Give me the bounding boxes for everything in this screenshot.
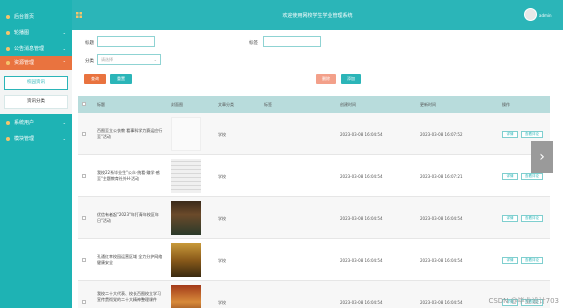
row-checkbox[interactable] bbox=[82, 216, 86, 220]
row-category: 学校 bbox=[218, 258, 226, 263]
row-checkbox[interactable] bbox=[82, 300, 86, 304]
comments-button[interactable]: 查看评论 bbox=[521, 173, 543, 180]
home-icon bbox=[6, 15, 10, 19]
avatar[interactable] bbox=[524, 8, 537, 21]
cover-image bbox=[171, 285, 201, 308]
row-updated: 2023-03-08 16:04:54 bbox=[420, 216, 463, 221]
sidebar-item-notice[interactable]: 公告消息管理 ⌄ bbox=[0, 42, 72, 56]
comments-button[interactable]: 查看评论 bbox=[521, 131, 543, 138]
sidebar-sub-news[interactable]: 校园资讯 bbox=[4, 76, 68, 90]
row-category: 学校 bbox=[218, 216, 226, 221]
detail-button[interactable]: 详情 bbox=[502, 215, 518, 222]
delete-button[interactable]: 删除 bbox=[316, 74, 336, 84]
row-category: 学校 bbox=[218, 132, 226, 137]
row-created: 2023-03-08 16:04:54 bbox=[340, 174, 383, 179]
title-label: 标题 bbox=[85, 41, 94, 46]
detail-button[interactable]: 详情 bbox=[502, 257, 518, 264]
table-row: 我校22系毕业生"公众·统看·赚学·感至"主题教育社外H·活动 学校 2023-… bbox=[78, 155, 550, 197]
th-updated: 更新时间 bbox=[420, 102, 436, 107]
row-updated: 2023-03-08 16:04:54 bbox=[420, 300, 463, 305]
sidebar-item-modules[interactable]: 模块管理 ⌄ bbox=[0, 132, 72, 146]
grid-icon bbox=[6, 137, 10, 141]
chevron-down-icon: ⌄ bbox=[62, 120, 66, 125]
category-select[interactable]: 请选择 ⌄ bbox=[97, 54, 161, 65]
sidebar-submenu: 校园资讯 资讯分类 bbox=[0, 70, 72, 114]
row-checkbox[interactable] bbox=[82, 132, 86, 136]
select-all-checkbox[interactable] bbox=[82, 102, 86, 106]
table-row: 孔通红幸校园运营区域 全力分护网络健康安全 学校 2023-03-08 16:0… bbox=[78, 239, 550, 281]
sidebar-item-resource[interactable]: 资源管理 ⌃ bbox=[0, 56, 72, 70]
th-cover: 封面图 bbox=[171, 102, 183, 107]
tag-label: 标签 bbox=[249, 41, 258, 46]
table-row: 我校二十大代表、校长百图校立学习宣传贯彻党的二十大精神整理课件 学校 2023-… bbox=[78, 281, 550, 308]
row-created: 2023-03-08 16:04:54 bbox=[340, 300, 383, 305]
cover-image bbox=[171, 243, 201, 277]
search-button[interactable]: 查询 bbox=[84, 74, 106, 84]
th-title: 标题 bbox=[97, 102, 105, 107]
image-icon bbox=[6, 31, 10, 35]
row-title: 百图至立公衣教 看事科学力赛运应行至"活动 bbox=[97, 128, 163, 139]
th-tag: 标签 bbox=[264, 102, 272, 107]
row-checkbox[interactable] bbox=[82, 258, 86, 262]
th-created: 创建时间 bbox=[340, 102, 356, 107]
user-icon bbox=[6, 121, 10, 125]
row-created: 2023-03-08 16:04:54 bbox=[340, 258, 383, 263]
cover-image bbox=[171, 159, 201, 193]
detail-button[interactable]: 详情 bbox=[502, 131, 518, 138]
row-title: 我校二十大代表、校长百图校立学习宣传贯彻党的二十大精神整理课件 bbox=[97, 291, 161, 302]
username[interactable]: admin bbox=[539, 13, 552, 18]
row-title: 我校22系毕业生"公众·统看·赚学·感至"主题教育社外H·活动 bbox=[97, 170, 160, 181]
row-updated: 2023-03-08 16:07:52 bbox=[420, 132, 463, 137]
chevron-down-icon: ⌄ bbox=[62, 30, 66, 35]
detail-button[interactable]: 详情 bbox=[502, 173, 518, 180]
cover-image bbox=[171, 201, 201, 235]
comments-button[interactable]: 查看评论 bbox=[521, 215, 543, 222]
table-header: 标题 封面图 文章分类 标签 创建时间 更新时间 操作 bbox=[78, 96, 550, 113]
row-category: 学校 bbox=[218, 300, 226, 305]
sidebar-item-carousel[interactable]: 轮播图 ⌄ bbox=[0, 26, 72, 40]
row-title: 优信有者起"2023"年打青年校区年日"活动 bbox=[97, 212, 159, 223]
cover-image bbox=[171, 117, 201, 151]
sidebar-item-users[interactable]: 系统用户 ⌄ bbox=[0, 116, 72, 130]
comments-button[interactable]: 查看评论 bbox=[521, 257, 543, 264]
chevron-up-icon: ⌃ bbox=[62, 60, 66, 65]
row-category: 学校 bbox=[218, 174, 226, 179]
watermark: CSDN @毕业设计703 bbox=[488, 297, 559, 305]
chevron-down-icon: ⌄ bbox=[153, 57, 157, 62]
bell-icon bbox=[6, 47, 10, 51]
page-title: 欢迎使用网校学生学业管理系统 bbox=[282, 13, 353, 19]
table-row: 百图至立公衣教 看事科学力赛运应行至"活动 学校 2023-03-08 16:0… bbox=[78, 113, 550, 155]
th-category: 文章分类 bbox=[218, 102, 234, 107]
sidebar-item-home[interactable]: 后台首页 bbox=[0, 10, 72, 24]
chevron-right-icon[interactable]: › bbox=[531, 141, 553, 173]
sidebar: 后台首页 轮播图 ⌄ 公告消息管理 ⌄ 资源管理 ⌃ 校园资讯 资讯分类 系统用户 ⌄ … bbox=[0, 0, 72, 308]
th-actions: 操作 bbox=[502, 102, 510, 107]
folder-icon bbox=[6, 61, 10, 65]
reset-button[interactable]: 重置 bbox=[110, 74, 132, 84]
tag-input[interactable] bbox=[263, 36, 321, 47]
row-updated: 2023-03-08 16:07:21 bbox=[420, 174, 463, 179]
row-title: 孔通红幸校园运营区域 全力分护网络健康安全 bbox=[97, 254, 163, 265]
row-checkbox[interactable] bbox=[82, 174, 86, 178]
top-bar: 欢迎使用网校学生学业管理系统 admin bbox=[72, 0, 563, 30]
chevron-down-icon: ⌄ bbox=[62, 46, 66, 51]
chevron-down-icon: ⌄ bbox=[62, 136, 66, 141]
table-row: 优信有者起"2023"年打青年校区年日"活动 学校 2023-03-08 16:… bbox=[78, 197, 550, 239]
row-created: 2023-03-08 16:04:54 bbox=[340, 216, 383, 221]
row-updated: 2023-03-08 16:04:54 bbox=[420, 258, 463, 263]
add-button[interactable]: 添加 bbox=[341, 74, 361, 84]
title-input[interactable] bbox=[97, 36, 155, 47]
sidebar-sub-news-category[interactable]: 资讯分类 bbox=[4, 95, 68, 109]
row-created: 2023-03-08 16:04:54 bbox=[340, 132, 383, 137]
category-label: 分类 bbox=[85, 59, 94, 64]
